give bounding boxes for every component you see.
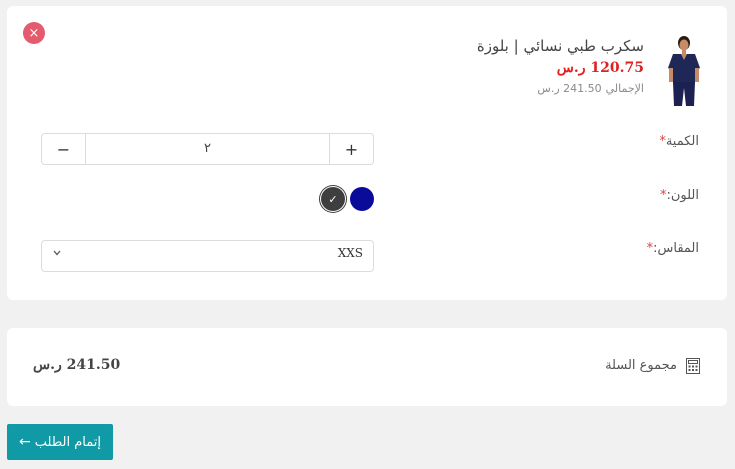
cart-total-value: 241.50 ر.س [33, 357, 121, 373]
decrement-button[interactable]: − [42, 134, 86, 164]
quantity-input[interactable]: ٢ [86, 134, 329, 164]
size-label-text: المقاس: [653, 241, 699, 256]
quantity-label: الكمية* [658, 134, 699, 149]
close-icon: × [28, 25, 40, 41]
size-selected-value: XXS [337, 246, 363, 260]
size-label: المقاس:* [646, 241, 699, 256]
product-image[interactable] [662, 32, 706, 108]
line-total-label: الإجمالي [605, 82, 644, 95]
cart-item-card: × سكرب طبي نسائي | بلوزة 120.75 ر.س الإج… [7, 6, 727, 300]
product-name[interactable]: سكرب طبي نسائي | بلوزة [477, 37, 644, 55]
color-swatch-charcoal[interactable]: ✓ [321, 187, 345, 211]
arrow-left-icon: ← [19, 434, 31, 450]
product-line-total: الإجمالي241.50 ر.س [537, 82, 644, 95]
increment-button[interactable]: + [329, 134, 373, 164]
cart-total-label: مجموع السلة [605, 358, 677, 373]
color-swatch-navy[interactable] [350, 187, 374, 211]
color-label: اللون:* [659, 188, 699, 203]
remove-item-button[interactable]: × [23, 22, 45, 44]
calculator-icon [686, 358, 700, 374]
color-label-text: اللون: [666, 188, 699, 203]
check-icon: ✓ [328, 192, 338, 206]
size-select[interactable]: XXS [41, 240, 374, 272]
quantity-stepper: − ٢ + [41, 133, 374, 165]
chevron-down-icon [53, 248, 61, 259]
cart-total-card: مجموع السلة 241.50 ر.س [7, 328, 727, 406]
product-price: 120.75 ر.س [556, 60, 644, 76]
line-total-value: 241.50 ر.س [537, 82, 602, 95]
checkout-label: إتمام الطلب [34, 434, 101, 450]
checkout-button[interactable]: إتمام الطلب ← [7, 424, 113, 460]
quantity-label-text: الكمية [665, 134, 699, 149]
